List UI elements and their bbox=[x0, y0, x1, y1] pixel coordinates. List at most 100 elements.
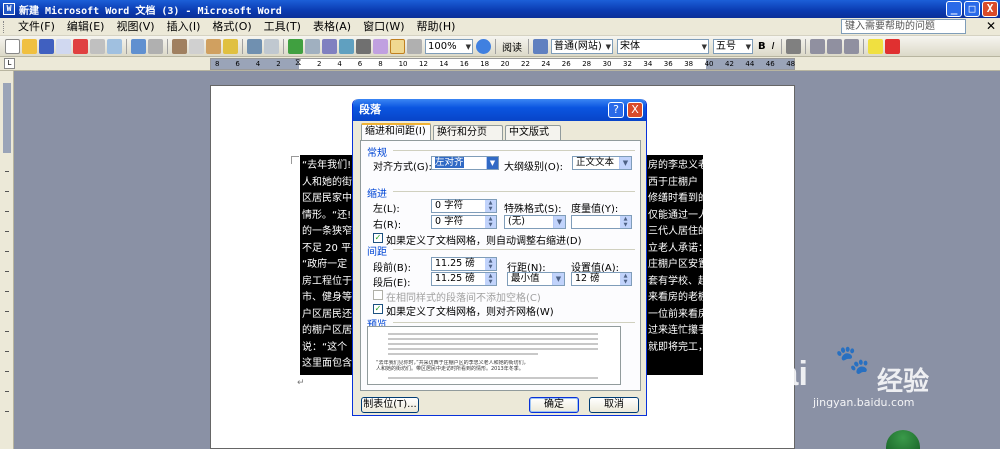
help-search-input[interactable]: 键入需要帮助的问题 bbox=[841, 19, 966, 34]
styles-icon[interactable] bbox=[533, 38, 548, 54]
menu-bar: 文件(F) 编辑(E) 视图(V) 插入(I) 格式(O) 工具(T) 表格(A… bbox=[0, 18, 1000, 36]
vruler-tick bbox=[5, 331, 9, 332]
chevron-down-icon: ▼ bbox=[745, 42, 751, 51]
redo-icon[interactable] bbox=[264, 38, 279, 54]
preview-text-line: 人和她的街坊们。带区居民中走访时所看到的情形。2013年冬季。 bbox=[376, 366, 524, 372]
columns-icon[interactable] bbox=[356, 38, 371, 54]
research-icon[interactable] bbox=[148, 38, 163, 54]
read-button[interactable]: 阅读 bbox=[502, 39, 522, 54]
spinner-icon[interactable]: ▲ ▼ bbox=[485, 200, 496, 212]
document-map-icon[interactable] bbox=[390, 38, 405, 54]
document-close-icon[interactable]: ✕ bbox=[986, 19, 996, 33]
spelling-icon[interactable] bbox=[131, 38, 146, 54]
tables-icon[interactable] bbox=[305, 38, 320, 54]
cut-icon[interactable] bbox=[172, 38, 187, 54]
undo-icon[interactable] bbox=[247, 38, 262, 54]
tab-line-page-breaks[interactable]: 换行和分页(P) bbox=[433, 125, 503, 151]
menu-file[interactable]: 文件(F) bbox=[12, 18, 61, 36]
italic-button[interactable]: I bbox=[772, 41, 775, 52]
spinner-icon[interactable]: ▲ ▼ bbox=[485, 258, 496, 270]
space-after-input[interactable]: 11.25 磅 ▲ ▼ bbox=[431, 272, 497, 286]
indent-right-input[interactable]: 0 字符 ▲ ▼ bbox=[431, 215, 497, 229]
document-line-right: 一位前来看房 bbox=[648, 308, 703, 320]
vruler-tick bbox=[5, 231, 9, 232]
justify-icon[interactable] bbox=[785, 38, 801, 54]
spinner-icon[interactable]: ▲ ▼ bbox=[485, 216, 496, 228]
hyperlink-icon[interactable] bbox=[288, 38, 303, 54]
copy-icon[interactable] bbox=[189, 38, 204, 54]
selected-text-right[interactable]: 房的李忠义老 西于庄棚户 修缮时看到的 仅能通过一人 三代人居住的 立老人承诺： 庄棚户区安… bbox=[648, 157, 703, 377]
tab-indents-spacing[interactable]: 缩进和间距(I) bbox=[361, 123, 431, 141]
spinner-icon[interactable]: ▲ ▼ bbox=[620, 216, 631, 228]
toolbar-separator bbox=[283, 38, 284, 54]
spinner-icon[interactable]: ▲ ▼ bbox=[620, 273, 631, 285]
insert-table-icon[interactable] bbox=[322, 38, 337, 54]
dialog-help-button[interactable]: ? bbox=[608, 102, 624, 118]
bullets-icon[interactable] bbox=[826, 38, 842, 54]
menu-help[interactable]: 帮助(H) bbox=[411, 18, 462, 36]
spinner-icon[interactable]: ▲ ▼ bbox=[485, 273, 496, 285]
open-icon[interactable] bbox=[22, 38, 37, 54]
close-button[interactable]: X bbox=[982, 1, 998, 17]
menu-view[interactable]: 视图(V) bbox=[110, 18, 160, 36]
by-input[interactable]: ▲ ▼ bbox=[571, 215, 632, 229]
new-document-icon[interactable] bbox=[5, 38, 20, 54]
special-select[interactable]: (无) ▼ bbox=[504, 215, 566, 229]
minimize-button[interactable]: _ bbox=[946, 1, 962, 17]
menu-format[interactable]: 格式(O) bbox=[206, 18, 257, 36]
font-size-select[interactable]: 五号 ▼ bbox=[713, 38, 753, 54]
zoom-select[interactable]: 100% ▼ bbox=[425, 38, 473, 54]
excel-icon[interactable] bbox=[339, 38, 354, 54]
section-divider bbox=[393, 191, 635, 192]
print-icon[interactable] bbox=[90, 38, 105, 54]
space-before-input[interactable]: 11.25 磅 ▲ ▼ bbox=[431, 257, 497, 271]
auto-adjust-checkbox[interactable]: ✓ bbox=[373, 233, 383, 243]
pdf-icon[interactable] bbox=[73, 38, 88, 54]
style-select[interactable]: 普通(网站) ▼ bbox=[551, 38, 613, 54]
line-spacing-select[interactable]: 最小值 ▼ bbox=[507, 272, 565, 286]
font-color-icon[interactable] bbox=[884, 38, 900, 54]
bold-button[interactable]: B bbox=[758, 41, 766, 52]
alignment-select[interactable]: 左对齐 ▼ bbox=[431, 156, 499, 170]
show-hide-icon[interactable] bbox=[407, 38, 422, 54]
cancel-button[interactable]: 取消 bbox=[589, 397, 639, 413]
special-label: 特殊格式(S): bbox=[504, 204, 562, 215]
section-indent: 缩进 bbox=[367, 189, 387, 200]
watermark-brand: Bai bbox=[755, 355, 808, 393]
ruler-number: 36 bbox=[663, 60, 673, 68]
no-space-label: 在相同样式的段落间不添加空格(C) bbox=[386, 293, 541, 304]
permission-icon[interactable] bbox=[56, 38, 71, 54]
indent-left-input[interactable]: 0 字符 ▲ ▼ bbox=[431, 199, 497, 213]
menu-window[interactable]: 窗口(W) bbox=[357, 18, 410, 36]
indent-icon[interactable] bbox=[843, 38, 859, 54]
format-painter-icon[interactable] bbox=[223, 38, 238, 54]
ruler-number: 48 bbox=[786, 60, 796, 68]
paste-icon[interactable] bbox=[206, 38, 221, 54]
menu-table[interactable]: 表格(A) bbox=[307, 18, 357, 36]
help-icon[interactable] bbox=[476, 38, 491, 54]
font-select[interactable]: 宋体 ▼ bbox=[617, 38, 709, 54]
menu-edit[interactable]: 编辑(E) bbox=[61, 18, 111, 36]
tab-stops-button[interactable]: 制表位(T)... bbox=[361, 397, 419, 413]
numbering-icon[interactable] bbox=[809, 38, 825, 54]
highlight-icon[interactable] bbox=[867, 38, 883, 54]
menu-insert[interactable]: 插入(I) bbox=[161, 18, 207, 36]
dialog-close-button[interactable]: X bbox=[627, 102, 643, 118]
indent-marker-icon[interactable]: ⧖ bbox=[295, 57, 301, 69]
section-general: 常规 bbox=[367, 148, 387, 159]
outline-level-select[interactable]: 正文文本 ▼ bbox=[572, 156, 632, 170]
at-input[interactable]: 12 磅 ▲ ▼ bbox=[571, 272, 632, 286]
no-space-checkbox[interactable] bbox=[373, 290, 383, 300]
preview-line bbox=[388, 377, 598, 379]
horizontal-ruler[interactable]: L 8 6 4 2 2 4 6 8 10 12 14 16 18 20 22 24 26 28 30 32 34 36 38… bbox=[0, 57, 1000, 71]
tab-asian-typography[interactable]: 中文版式(H) bbox=[505, 125, 561, 151]
save-icon[interactable] bbox=[39, 38, 54, 54]
drawing-icon[interactable] bbox=[373, 38, 388, 54]
maximize-button[interactable]: □ bbox=[964, 1, 980, 17]
print-preview-icon[interactable] bbox=[107, 38, 122, 54]
ok-button[interactable]: 确定 bbox=[529, 397, 579, 413]
tab-selector-icon[interactable]: L bbox=[4, 58, 15, 69]
snap-grid-checkbox[interactable]: ✓ bbox=[373, 304, 383, 314]
ruler-number: 2 bbox=[317, 60, 322, 68]
menu-tools[interactable]: 工具(T) bbox=[258, 18, 307, 36]
